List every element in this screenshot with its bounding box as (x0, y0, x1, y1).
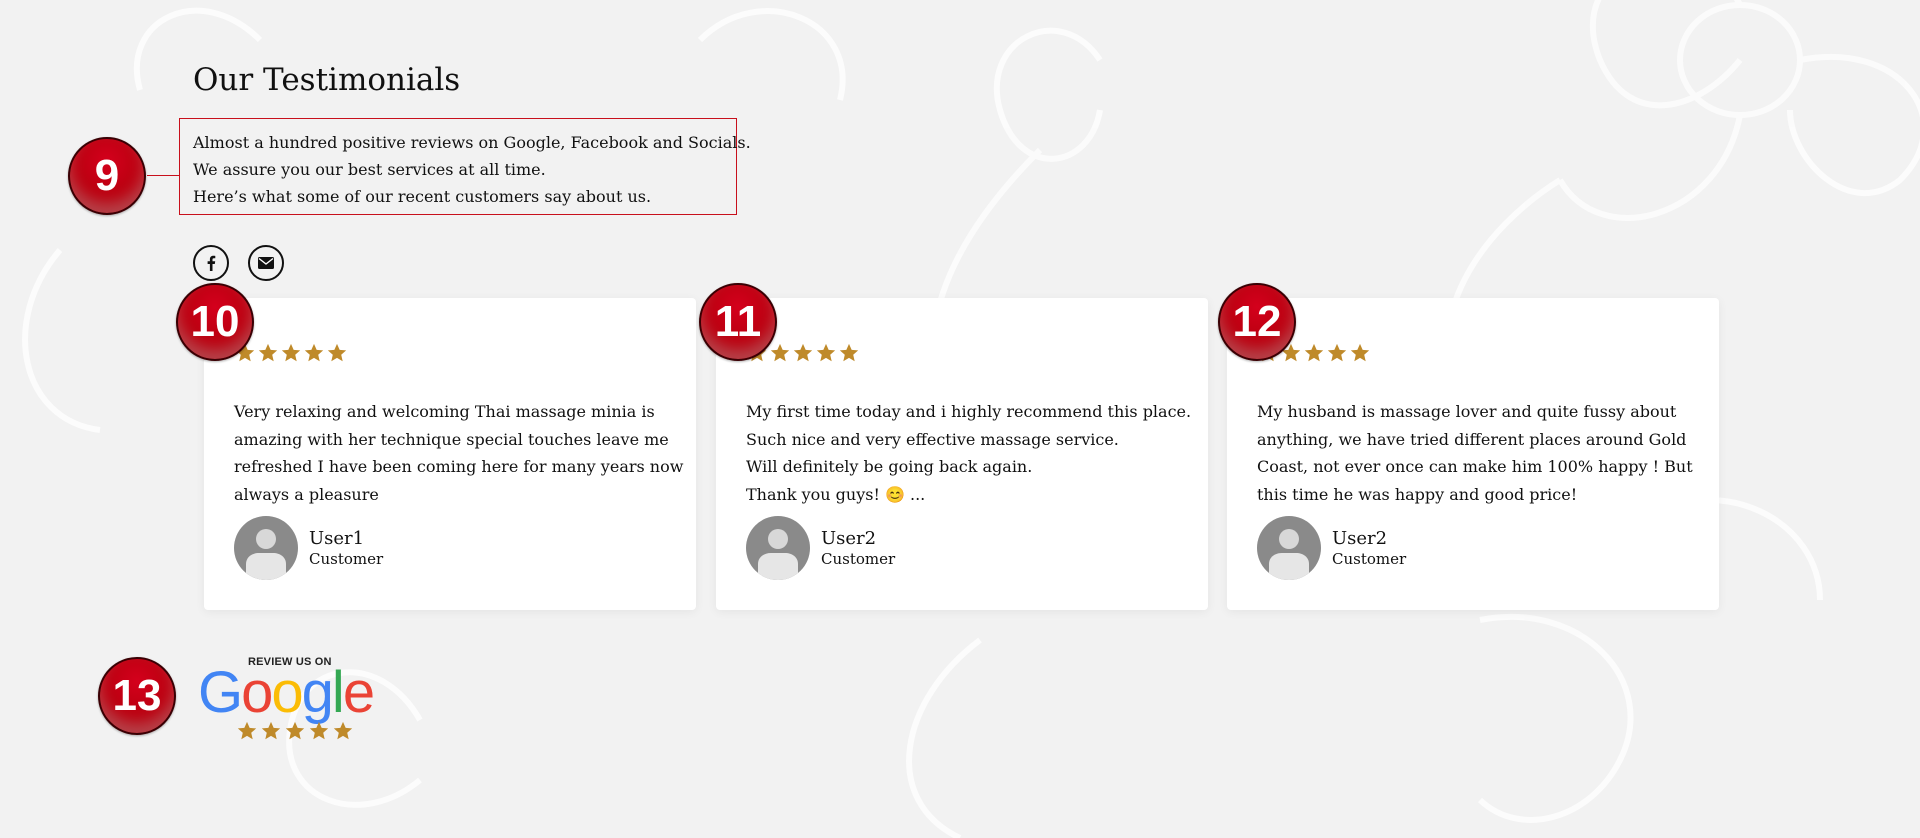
facebook-icon (207, 255, 216, 271)
user-placeholder-icon (246, 529, 286, 580)
review-line: Will definitely be going back again. (746, 457, 1033, 476)
callout-badge-9: 9 (68, 137, 146, 215)
star-icon (327, 343, 347, 362)
review-line: Very relaxing and welcoming Thai massage… (234, 402, 655, 421)
star-icon (816, 343, 836, 362)
avatar (234, 516, 298, 580)
avatar (1257, 516, 1321, 580)
page-title: Our Testimonials (193, 62, 461, 98)
testimonial-card: My first time today and i highly recomme… (716, 298, 1208, 610)
callout-badge-12: 12 (1218, 283, 1296, 361)
review-line: Such nice and very effective massage ser… (746, 429, 1119, 449)
author-name: User2 (1332, 527, 1388, 549)
star-icon (793, 343, 813, 362)
author-role: Customer (821, 549, 896, 568)
star-icon (285, 721, 305, 740)
testimonials-intro: Almost a hundred positive reviews on Goo… (179, 118, 751, 215)
star-icon (281, 343, 301, 362)
google-logo-letter: g (301, 660, 334, 725)
google-logo-letter: l (331, 660, 345, 725)
google-review-badge[interactable]: REVIEW US ON Google (198, 652, 392, 748)
callout-connector (147, 175, 180, 176)
intro-line: Here’s what some of our recent customers… (193, 187, 652, 206)
callout-badge-10: 10 (176, 283, 254, 361)
email-button[interactable] (248, 245, 284, 281)
user-placeholder-icon (1269, 529, 1309, 580)
author-name: User1 (309, 527, 365, 549)
callout-badge-13: 13 (98, 657, 176, 735)
star-icon (1327, 343, 1347, 362)
star-icon (237, 721, 257, 740)
review-author: User2 Customer (1257, 516, 1406, 580)
review-line: Thank you guys! 😊 ... (746, 484, 926, 504)
review-line: Coast, not ever once can make him 100% h… (1257, 457, 1693, 476)
author-role: Customer (1332, 549, 1407, 568)
google-logo-letter: G (198, 660, 243, 725)
google-logo: Google (198, 660, 375, 725)
star-icon (1304, 343, 1324, 362)
review-line: this time he was happy and good price! (1257, 484, 1578, 504)
star-icon (258, 343, 278, 362)
review-line: amazing with her technique special touch… (234, 429, 669, 449)
intro-line: We assure you our best services at all t… (193, 160, 546, 179)
review-line: My husband is massage lover and quite fu… (1257, 402, 1677, 421)
google-logo-letter: o (241, 660, 273, 725)
testimonial-card: Very relaxing and welcoming Thai massage… (204, 298, 696, 610)
review-line: My first time today and i highly recomme… (746, 402, 1192, 421)
author-role: Customer (309, 549, 384, 568)
review-text: Very relaxing and welcoming Thai massage… (234, 398, 684, 508)
review-line: refreshed I have been coming here for ma… (234, 457, 684, 476)
rating-stars (234, 342, 348, 364)
facebook-button[interactable] (193, 245, 229, 281)
star-icon (309, 721, 329, 740)
star-icon (261, 721, 281, 740)
user-placeholder-icon (758, 529, 798, 580)
review-text: My first time today and i highly recomme… (746, 398, 1192, 508)
review-line: anything, we have tried different places… (1257, 429, 1687, 449)
google-logo-letter: e (342, 660, 375, 725)
star-icon (1350, 343, 1370, 362)
star-icon (333, 721, 353, 740)
avatar (746, 516, 810, 580)
testimonial-card: My husband is massage lover and quite fu… (1227, 298, 1719, 610)
review-author: User2 Customer (746, 516, 895, 580)
review-text: My husband is massage lover and quite fu… (1257, 398, 1697, 508)
callout-badge-11: 11 (699, 283, 777, 361)
star-icon (304, 343, 324, 362)
envelope-icon (258, 257, 274, 269)
google-logo-letter: o (271, 660, 303, 725)
author-name: User2 (821, 527, 877, 549)
star-icon (770, 343, 790, 362)
star-icon (839, 343, 859, 362)
intro-line: Almost a hundred positive reviews on Goo… (193, 133, 751, 152)
review-author: User1 Customer (234, 516, 383, 580)
review-line: always a pleasure (234, 484, 379, 504)
google-rating-stars (236, 720, 354, 742)
